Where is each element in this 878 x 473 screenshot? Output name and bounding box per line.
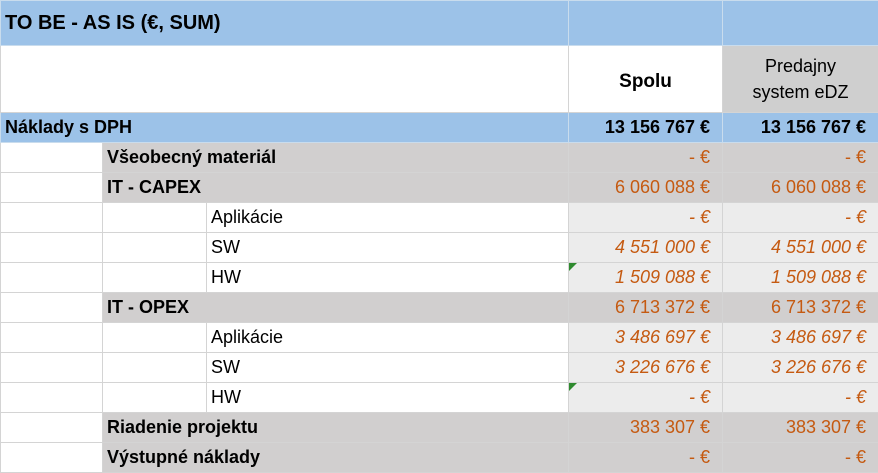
indent-cell <box>103 353 207 383</box>
indent-cell <box>103 233 207 263</box>
value-predajny: - € <box>723 383 878 413</box>
value-predajny: 6 713 372 € <box>723 293 878 323</box>
value-spolu: 383 307 € <box>569 413 723 443</box>
table-title: TO BE - AS IS (€, SUM) <box>1 1 569 46</box>
value-predajny: - € <box>723 203 878 233</box>
value-spolu: 4 551 000 € <box>569 233 723 263</box>
value-predajny: 383 307 € <box>723 413 878 443</box>
value-predajny: 3 486 697 € <box>723 323 878 353</box>
row-label: SW <box>207 353 569 383</box>
table-row: Náklady s DPH 13 156 767 € 13 156 767 € <box>1 113 878 143</box>
value-predajny: 6 060 088 € <box>723 173 878 203</box>
indent-cell <box>1 323 103 353</box>
row-label: Aplikácie <box>207 323 569 353</box>
value-spolu: 13 156 767 € <box>569 113 723 143</box>
table-row: Všeobecný materiál - € - € <box>1 143 878 173</box>
indent-cell <box>1 383 103 413</box>
indent-cell <box>103 383 207 413</box>
value-predajny: - € <box>723 443 878 473</box>
title-filler-cell <box>723 1 878 46</box>
table-row: IT - CAPEX 6 060 088 € 6 060 088 € <box>1 173 878 203</box>
row-label: Riadenie projektu <box>103 413 569 443</box>
table-row: SW 4 551 000 € 4 551 000 € <box>1 233 878 263</box>
value-spolu[interactable]: 1 509 088 € <box>569 263 723 293</box>
indent-cell <box>1 413 103 443</box>
value-spolu: 3 486 697 € <box>569 323 723 353</box>
value-spolu: 3 226 676 € <box>569 353 723 383</box>
cost-table: TO BE - AS IS (€, SUM) Spolu Predajny sys… <box>0 0 878 473</box>
indent-cell <box>1 353 103 383</box>
value-predajny: 13 156 767 € <box>723 113 878 143</box>
table-row: Výstupné náklady - € - € <box>1 443 878 473</box>
title-row: TO BE - AS IS (€, SUM) <box>1 1 878 46</box>
table-row: Riadenie projektu 383 307 € 383 307 € <box>1 413 878 443</box>
table-row: HW - € - € <box>1 383 878 413</box>
row-label: IT - CAPEX <box>103 173 569 203</box>
indent-cell <box>1 263 103 293</box>
value-predajny: 4 551 000 € <box>723 233 878 263</box>
value-spolu: 6 713 372 € <box>569 293 723 323</box>
value-predajny: 3 226 676 € <box>723 353 878 383</box>
header-predajny-line2: system eDZ <box>753 82 849 102</box>
column-header-row: Spolu Predajny system eDZ <box>1 46 878 113</box>
table-row: SW 3 226 676 € 3 226 676 € <box>1 353 878 383</box>
table-row: IT - OPEX 6 713 372 € 6 713 372 € <box>1 293 878 323</box>
indent-cell <box>1 293 103 323</box>
row-label: Aplikácie <box>207 203 569 233</box>
row-label: HW <box>207 263 569 293</box>
header-empty-cell <box>1 46 569 113</box>
indent-cell <box>103 323 207 353</box>
table-row: HW 1 509 088 € 1 509 088 € <box>1 263 878 293</box>
indent-cell <box>1 233 103 263</box>
row-label: IT - OPEX <box>103 293 569 323</box>
header-predajny: Predajny system eDZ <box>723 46 878 113</box>
value-spolu: - € <box>569 143 723 173</box>
row-label: Výstupné náklady <box>103 443 569 473</box>
indent-cell <box>103 203 207 233</box>
row-label: HW <box>207 383 569 413</box>
value-spolu[interactable]: - € <box>569 383 723 413</box>
indent-cell <box>1 143 103 173</box>
value-predajny: - € <box>723 143 878 173</box>
indent-cell <box>1 203 103 233</box>
table-row: Aplikácie - € - € <box>1 203 878 233</box>
value-spolu: 6 060 088 € <box>569 173 723 203</box>
row-label: Všeobecný materiál <box>103 143 569 173</box>
header-predajny-line1: Predajny <box>765 56 836 76</box>
indent-cell <box>1 443 103 473</box>
indent-cell <box>103 263 207 293</box>
value-predajny: 1 509 088 € <box>723 263 878 293</box>
value-spolu: - € <box>569 203 723 233</box>
row-label: Náklady s DPH <box>1 113 569 143</box>
row-label: SW <box>207 233 569 263</box>
title-filler-cell <box>569 1 723 46</box>
value-spolu: - € <box>569 443 723 473</box>
indent-cell <box>1 173 103 203</box>
header-spolu: Spolu <box>569 46 723 113</box>
table-row: Aplikácie 3 486 697 € 3 486 697 € <box>1 323 878 353</box>
